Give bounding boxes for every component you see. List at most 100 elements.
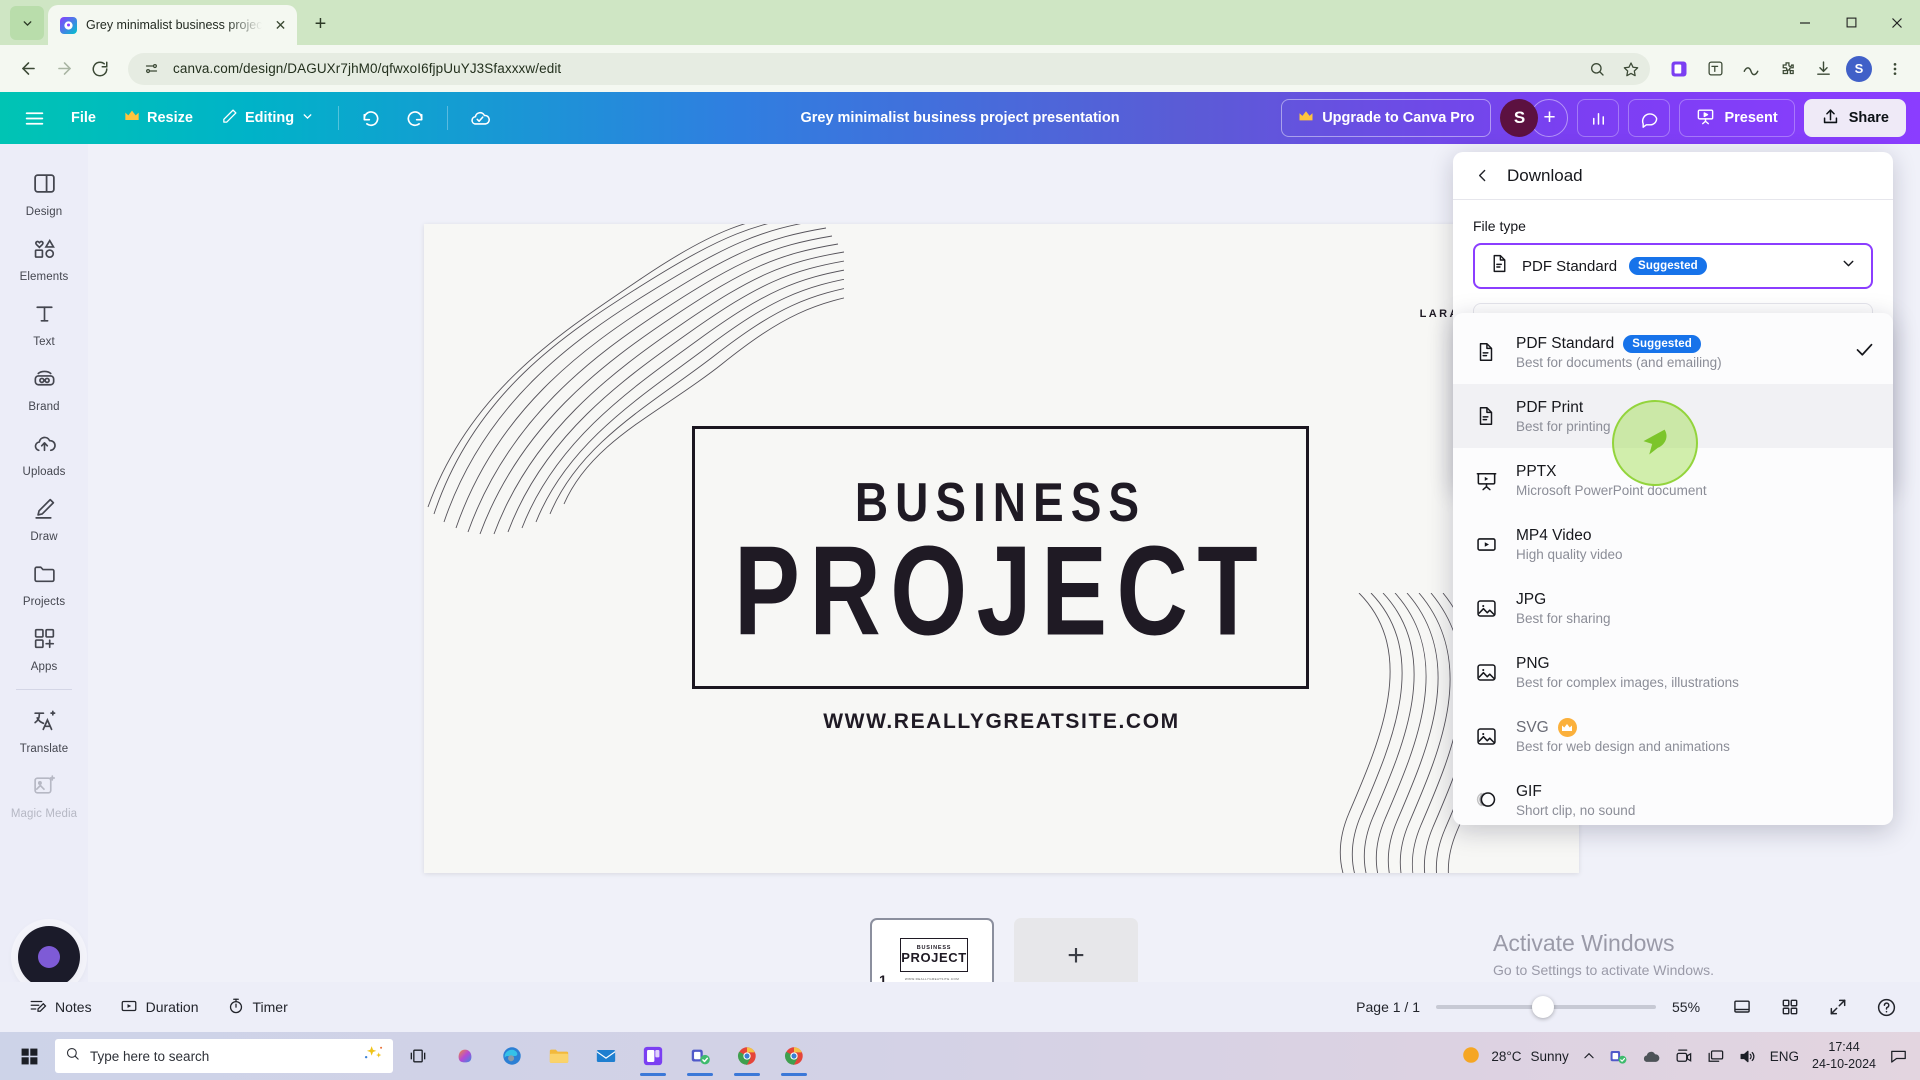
chrome-menu-icon[interactable] <box>1882 56 1908 82</box>
comments-icon[interactable] <box>1628 99 1671 137</box>
option-gif[interactable]: GIF Short clip, no sound <box>1453 768 1893 825</box>
notes-button[interactable]: Notes <box>18 990 103 1024</box>
option-svg[interactable]: SVG Best for web design and animations <box>1453 704 1893 768</box>
option-png[interactable]: PNG Best for complex images, illustratio… <box>1453 640 1893 704</box>
video-icon <box>1471 533 1501 556</box>
chevron-left-icon[interactable] <box>1469 163 1495 189</box>
page-indicator: Page 1 / 1 <box>1356 999 1420 1015</box>
taskbar-chrome-s-icon[interactable] <box>772 1034 816 1078</box>
extension-generic-icon[interactable] <box>1738 56 1764 82</box>
extension-canva-icon[interactable] <box>1666 56 1692 82</box>
taskbar-mail-icon[interactable] <box>584 1034 628 1078</box>
sidebar-item-uploads[interactable]: Uploads <box>4 422 84 485</box>
sidebar-item-elements[interactable]: Elements <box>4 227 84 290</box>
tab-search-chevron-icon[interactable] <box>10 6 44 40</box>
extensions-puzzle-icon[interactable] <box>1774 56 1800 82</box>
extension-translate-icon[interactable] <box>1702 56 1728 82</box>
address-bar[interactable]: canva.com/design/DAGUXr7jhM0/qfwxoI6fjpU… <box>128 52 1650 85</box>
upgrade-to-pro-button[interactable]: Upgrade to Canva Pro <box>1281 99 1492 137</box>
clock[interactable]: 17:44 24-10-2024 <box>1812 1039 1876 1073</box>
window-maximize-button[interactable] <box>1828 0 1874 45</box>
weather-widget[interactable]: 28°C Sunny <box>1460 1044 1569 1069</box>
share-button[interactable]: Share <box>1803 99 1906 137</box>
taskbar-task-view[interactable] <box>396 1034 440 1078</box>
browser-tab[interactable]: Grey minimalist business projec ✕ <box>48 5 298 45</box>
copilot-sparkle-icon[interactable] <box>363 1045 385 1068</box>
notifications-icon[interactable] <box>1889 1047 1908 1066</box>
tab-close-icon[interactable]: ✕ <box>271 16 289 34</box>
sidebar-item-projects[interactable]: Projects <box>4 552 84 615</box>
browser-profile-avatar[interactable]: S <box>1846 55 1872 82</box>
slide-title-frame[interactable]: BUSINESS PROJECT <box>692 426 1309 689</box>
zoom-slider[interactable] <box>1436 996 1656 1018</box>
sidebar-item-translate[interactable]: Translate <box>4 699 84 762</box>
taskbar-file-explorer-icon[interactable] <box>537 1034 581 1078</box>
timer-button[interactable]: Timer <box>216 990 299 1024</box>
pro-crown-icon <box>1557 718 1577 737</box>
duration-button[interactable]: Duration <box>109 990 210 1024</box>
recording-widget[interactable] <box>18 926 80 988</box>
avatar[interactable]: S <box>1500 99 1539 137</box>
sidebar-item-design[interactable]: Design <box>4 162 84 225</box>
resize-button[interactable]: Resize <box>113 101 204 135</box>
sidebar-item-magic-media[interactable]: Magic Media <box>4 764 84 827</box>
taskbar-search[interactable]: Type here to search <box>55 1039 393 1073</box>
present-button[interactable]: Present <box>1679 99 1795 137</box>
fit-page-icon[interactable] <box>1726 991 1758 1023</box>
new-tab-button[interactable]: + <box>305 9 335 39</box>
file-type-select[interactable]: PDF Standard Suggested <box>1473 243 1873 289</box>
sidebar-item-apps[interactable]: Apps <box>4 617 84 680</box>
redo-icon[interactable] <box>396 99 434 137</box>
hamburger-icon[interactable] <box>14 98 54 138</box>
canva-top-actions: Upgrade to Canva Pro S + Present Share <box>1281 99 1906 137</box>
search-icon <box>65 1046 80 1066</box>
document-title[interactable]: Grey minimalist business project present… <box>800 110 1119 126</box>
tray-onedrive-icon[interactable] <box>1641 1046 1661 1066</box>
tray-camera-icon[interactable] <box>1674 1047 1693 1066</box>
help-icon[interactable] <box>1870 991 1902 1023</box>
taskbar-chrome-a-icon[interactable] <box>725 1034 769 1078</box>
site-settings-icon[interactable] <box>138 56 164 82</box>
tray-volume-icon[interactable] <box>1738 1047 1757 1066</box>
window-minimize-button[interactable] <box>1782 0 1828 45</box>
reload-icon[interactable] <box>84 53 116 85</box>
clock-date: 24-10-2024 <box>1812 1057 1876 1071</box>
slide-canvas[interactable]: ✦ LARANA, INC. BUSINESS PROJECT WWW.REAL… <box>424 224 1579 873</box>
undo-icon[interactable] <box>352 99 390 137</box>
taskbar-canva-icon[interactable] <box>631 1034 675 1078</box>
sidebar-item-text[interactable]: Text <box>4 292 84 355</box>
tray-expand-icon[interactable] <box>1582 1049 1596 1063</box>
fullscreen-icon[interactable] <box>1822 991 1854 1023</box>
cloud-saved-icon[interactable] <box>461 99 499 137</box>
draw-icon <box>32 496 57 526</box>
taskbar-edge-icon[interactable] <box>490 1034 534 1078</box>
zoom-slider-handle[interactable] <box>1532 996 1554 1018</box>
tray-display-icon[interactable] <box>1706 1047 1725 1066</box>
search-icon[interactable] <box>1584 56 1610 82</box>
forward-icon[interactable] <box>48 53 80 85</box>
start-button[interactable] <box>6 1034 52 1078</box>
file-menu-button[interactable]: File <box>60 101 107 135</box>
insights-icon[interactable] <box>1577 99 1620 137</box>
editing-mode-button[interactable]: Editing <box>210 101 325 135</box>
option-pdf-standard[interactable]: PDF Standard Suggested Best for document… <box>1453 320 1893 384</box>
taskbar-teams-icon[interactable] <box>678 1034 722 1078</box>
tray-teams-icon[interactable] <box>1609 1047 1628 1066</box>
bookmark-star-icon[interactable] <box>1618 56 1644 82</box>
toolbar-divider <box>338 106 340 130</box>
file-type-dropdown: PDF Standard Suggested Best for document… <box>1453 313 1893 825</box>
sidebar-item-brand[interactable]: Brand <box>4 357 84 420</box>
option-jpg[interactable]: JPG Best for sharing <box>1453 576 1893 640</box>
sidebar-label: Apps <box>30 661 58 673</box>
back-icon[interactable] <box>12 53 44 85</box>
taskbar-copilot-icon[interactable] <box>443 1034 487 1078</box>
sidebar-item-draw[interactable]: Draw <box>4 487 84 550</box>
window-close-button[interactable] <box>1874 0 1920 45</box>
language-indicator[interactable]: ENG <box>1770 1049 1799 1064</box>
option-mp4-video[interactable]: MP4 Video High quality video <box>1453 512 1893 576</box>
download-icon[interactable] <box>1810 56 1836 82</box>
download-panel-body: File type PDF Standard Suggested <box>1453 200 1893 289</box>
grid-view-icon[interactable] <box>1774 991 1806 1023</box>
chevron-down-icon[interactable] <box>1840 255 1857 277</box>
projects-icon <box>32 561 57 591</box>
